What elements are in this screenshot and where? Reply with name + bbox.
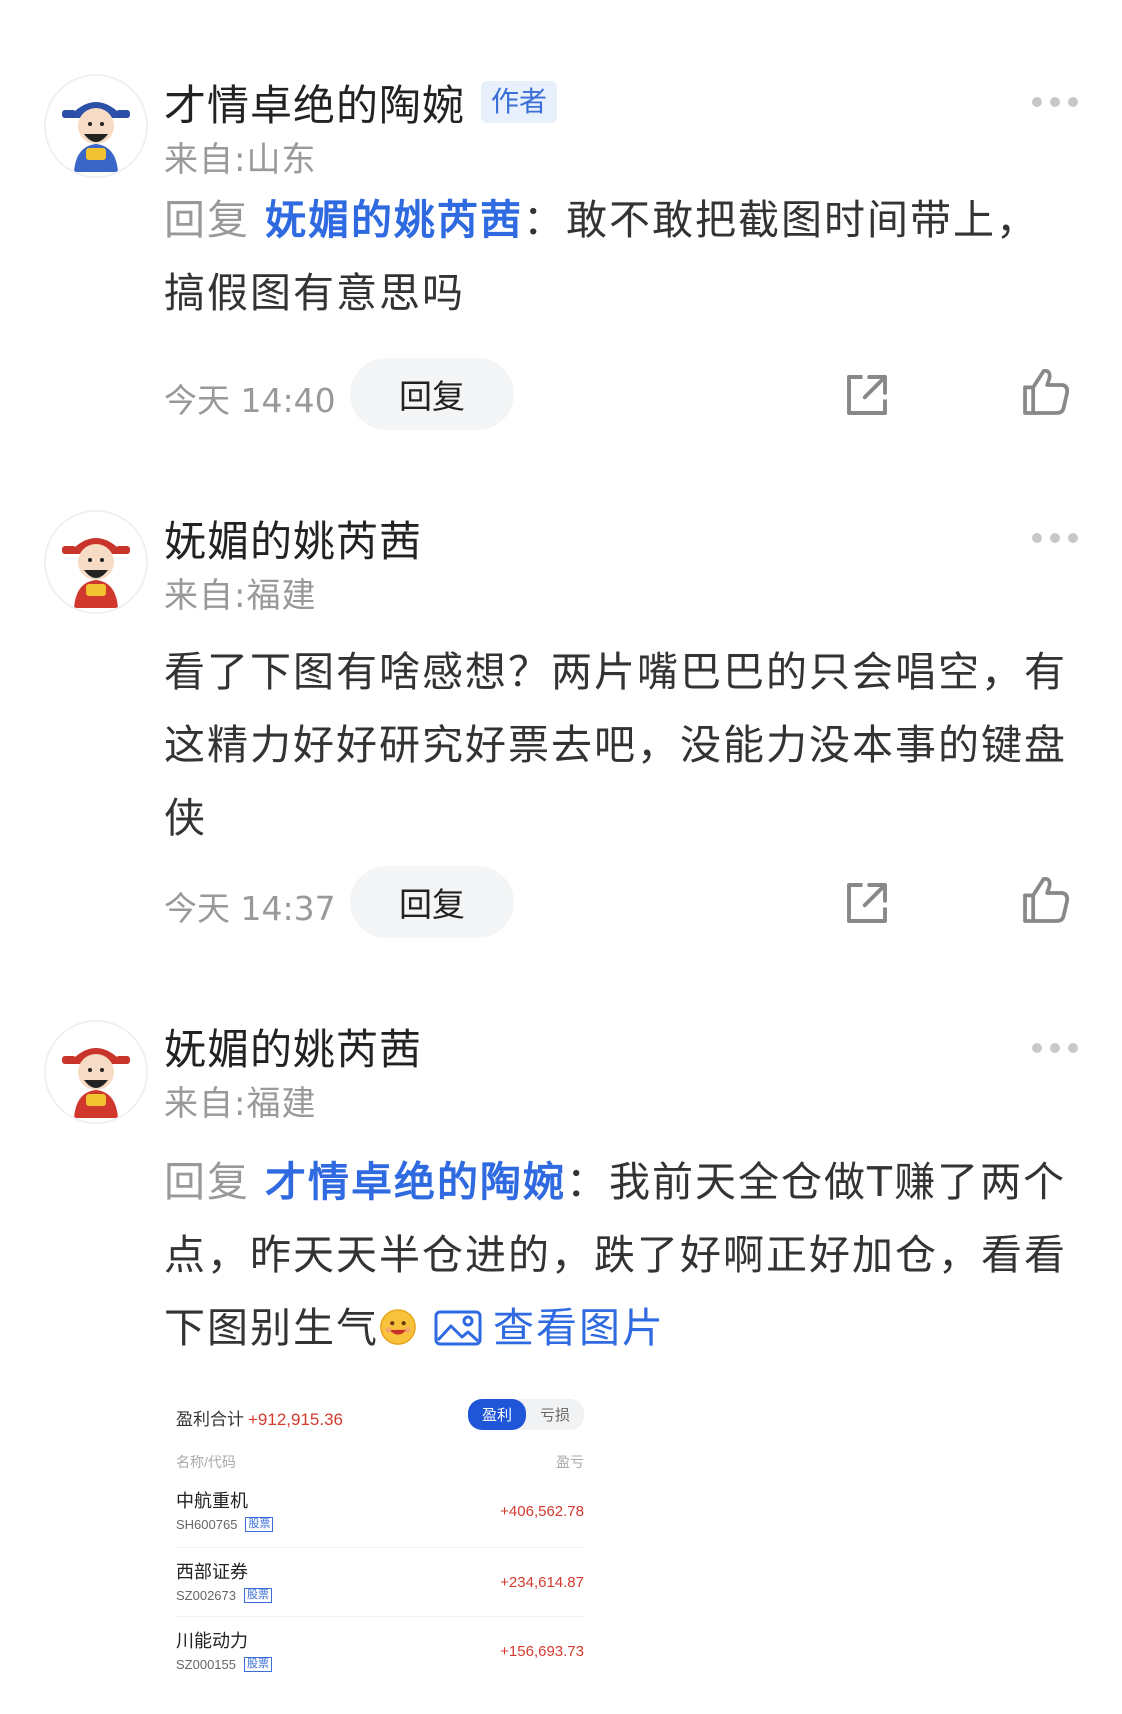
more-options-button[interactable]: [1032, 528, 1078, 548]
stock-tag: 股票: [245, 1517, 274, 1532]
profit-loss-toggle: 盈利 亏损: [467, 1399, 584, 1430]
avatar-caishen-red-icon: [46, 512, 146, 612]
table-row: 中航重机 SH600765 股票 +406,562.78: [176, 1477, 584, 1553]
more-options-button[interactable]: [1032, 92, 1078, 112]
avatar[interactable]: [44, 74, 148, 178]
timestamp: 今天 14:37: [164, 889, 336, 928]
stock-tag: 股票: [244, 1657, 272, 1672]
comment-text: 看了下图有啥感想？两片嘴巴巴的只会唱空，有这精力好好研究好票去吧，没能力没本事的…: [164, 648, 1067, 842]
more-options-button[interactable]: [1032, 1038, 1078, 1058]
table-row: 川能动力 SZ000155 股票 +156,693.73: [176, 1616, 584, 1692]
image-icon: [434, 1310, 482, 1346]
more-icon: [1032, 97, 1042, 107]
stock-pnl: +156,693.73: [500, 1643, 584, 1660]
location-label: 来自:福建: [164, 1084, 317, 1124]
avatar[interactable]: [44, 1020, 148, 1124]
more-icon: [1032, 533, 1042, 543]
mention-link[interactable]: 妩媚的姚芮茜: [265, 196, 523, 244]
username[interactable]: 妩媚的姚芮茜: [164, 1016, 422, 1077]
stock-code: SZ000155 股票: [176, 1657, 272, 1672]
stock-pnl: +234,614.87: [500, 1574, 584, 1591]
thumbs-up-icon[interactable]: [1018, 872, 1074, 928]
stock-code: SZ002673 股票: [176, 1588, 272, 1603]
comment-text: 回复 才情卓绝的陶婉：我前天全仓做T赚了两个点，昨天天半仓进的，跌了好啊正好加仓…: [164, 1158, 1067, 1352]
profit-summary: 盈利合计 +912,915.36: [176, 1410, 344, 1429]
tab-profit: 盈利: [467, 1399, 526, 1430]
share-icon[interactable]: [840, 876, 894, 930]
smile-emoji-icon: [380, 1309, 416, 1345]
reply-button[interactable]: 回复: [350, 866, 514, 938]
stock-name: 西部证券: [176, 1562, 248, 1582]
stock-name: 川能动力: [176, 1631, 248, 1651]
location-label: 来自:福建: [164, 576, 317, 616]
view-image-link[interactable]: 查看图片: [433, 1304, 665, 1352]
thumbs-up-icon[interactable]: [1018, 364, 1074, 420]
stock-pnl: +406,562.78: [500, 1503, 584, 1520]
avatar-caishen-red-icon: [46, 1022, 146, 1122]
username[interactable]: 妩媚的姚芮茜: [164, 508, 422, 569]
comment-text: 回复 妩媚的姚芮茜：敢不敢把截图时间带上，搞假图有意思吗: [164, 196, 1040, 317]
attached-image[interactable]: 盈利合计 +912,915.36 盈利 亏损 名称/代码 盈亏 中航重机 SH60…: [164, 1385, 584, 1714]
stock-name: 中航重机: [176, 1491, 248, 1511]
author-badge: 作者: [481, 81, 558, 123]
stock-code: SH600765 股票: [176, 1517, 274, 1532]
more-icon: [1032, 1043, 1042, 1053]
table-row: 西部证券 SZ002673 股票 +234,614.87: [176, 1547, 584, 1623]
username[interactable]: 才情卓绝的陶婉: [164, 72, 465, 133]
avatar-caishen-blue-icon: [46, 76, 146, 176]
tab-loss: 亏损: [539, 1407, 570, 1424]
timestamp: 今天 14:40: [164, 381, 336, 420]
share-icon[interactable]: [840, 368, 894, 422]
reply-button[interactable]: 回复: [350, 358, 514, 430]
table-header: 名称/代码 盈亏: [176, 1454, 584, 1470]
avatar[interactable]: [44, 510, 148, 614]
mention-link[interactable]: 才情卓绝的陶婉: [265, 1158, 566, 1206]
stock-tag: 股票: [244, 1588, 272, 1603]
location-label: 来自:山东: [164, 140, 317, 180]
